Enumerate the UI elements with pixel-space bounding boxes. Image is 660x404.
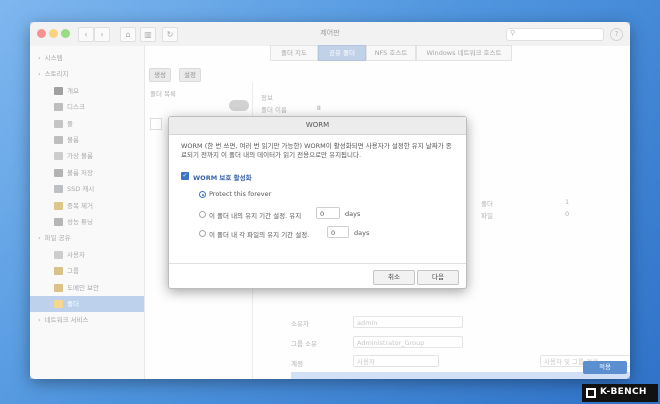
file-retention-radio[interactable] <box>199 230 206 237</box>
folder-retention-radio[interactable] <box>199 211 206 218</box>
brand-logo: K-BENCH <box>582 384 658 402</box>
worm-enable-checkbox[interactable]: ✓ <box>181 172 189 180</box>
protect-forever-label: Protect this forever <box>209 190 272 198</box>
check-icon: ✓ <box>182 172 188 179</box>
folder-retention-unit: days <box>345 210 361 218</box>
next-button[interactable]: 다음 <box>417 270 459 285</box>
file-retention-days-input[interactable]: 0 <box>327 226 349 238</box>
dialog-title: WORM <box>169 117 466 135</box>
apply-button[interactable]: 적용 <box>583 361 627 374</box>
folder-retention-label: 이 폴더 내의 유지 기간 설정. 유지 <box>209 212 302 220</box>
cancel-button[interactable]: 취소 <box>373 270 415 285</box>
dialog-footer-divider <box>169 263 466 264</box>
worm-dialog: WORM WORM (한 번 쓰면, 여러 번 읽기만 가능한) WORM이 활… <box>168 116 467 289</box>
brand-mark-icon <box>586 388 596 398</box>
protect-forever-radio[interactable] <box>199 191 206 198</box>
dialog-description: WORM (한 번 쓰면, 여러 번 읽기만 가능한) WORM이 활성화되면 … <box>181 142 452 159</box>
file-retention-unit: days <box>354 229 370 237</box>
worm-enable-label: WORM 보호 활성화 <box>193 174 252 182</box>
file-retention-label: 이 폴더 내 각 파일의 유지 기간 설정. <box>209 231 310 239</box>
folder-retention-days-input[interactable]: 0 <box>316 207 340 219</box>
brand-name: K-BENCH <box>600 387 647 397</box>
